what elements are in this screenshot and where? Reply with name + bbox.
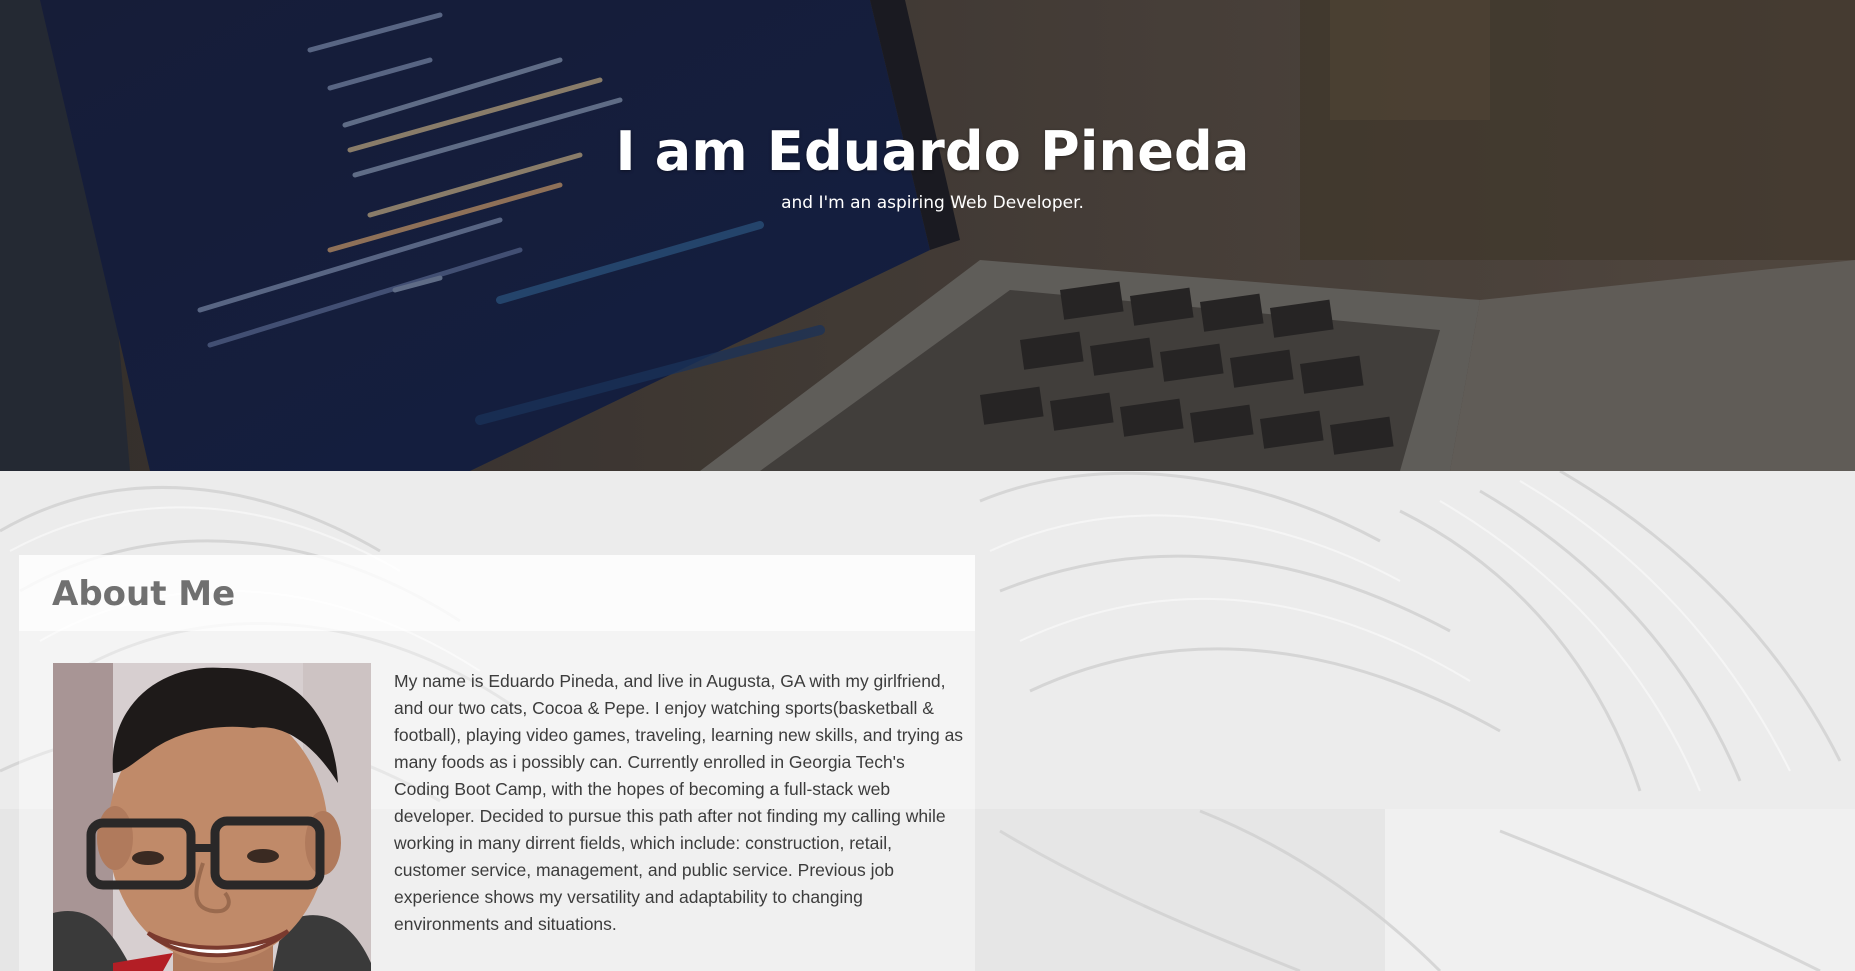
about-section: About Me My name is Eduardo Pineda, and … (19, 555, 975, 971)
about-header: About Me (19, 555, 975, 631)
profile-portrait (53, 663, 371, 971)
about-description: My name is Eduardo Pineda, and live in A… (394, 671, 964, 934)
hero-title: I am Eduardo Pineda (615, 120, 1250, 183)
hero-banner: I am Eduardo Pineda and I'm an aspiring … (0, 0, 1855, 471)
profile-photo (53, 663, 371, 971)
hero-subtitle: and I'm an aspiring Web Developer. (781, 193, 1084, 213)
hero-overlay (0, 0, 1855, 471)
about-heading: About Me (52, 574, 236, 614)
